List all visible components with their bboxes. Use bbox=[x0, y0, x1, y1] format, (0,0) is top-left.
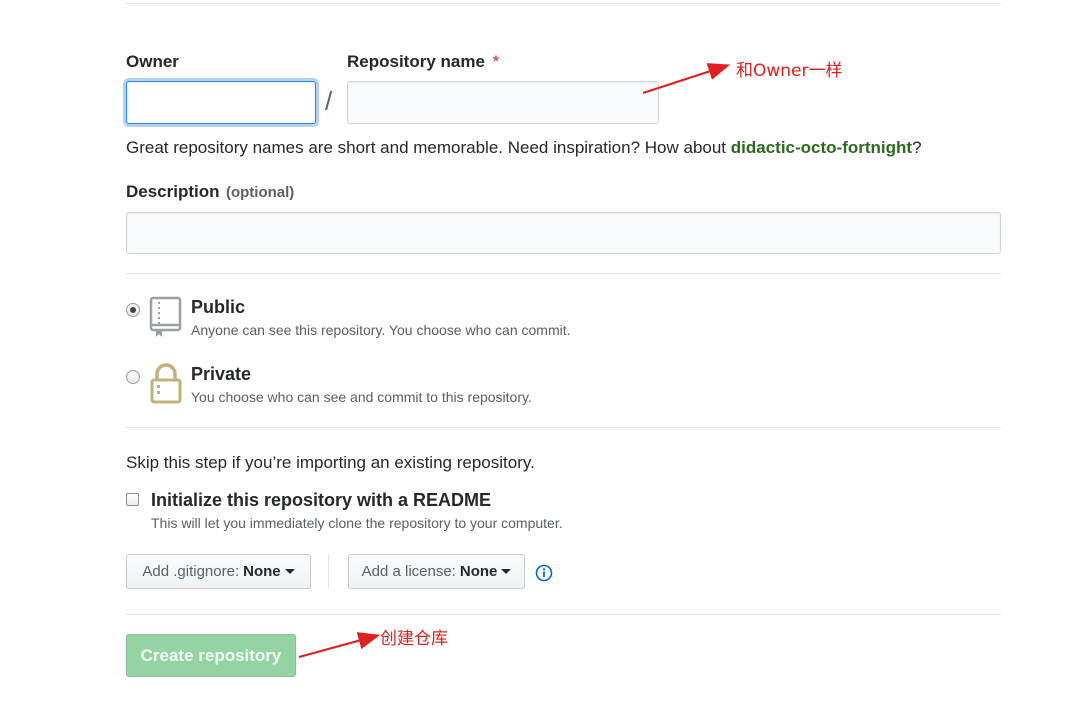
annotation-arrow-repo-name bbox=[642, 63, 731, 95]
annotation-arrow-create bbox=[298, 632, 381, 659]
annotation-same-as-owner: 和Owner一样 bbox=[736, 61, 843, 81]
annotation-arrows bbox=[298, 63, 731, 659]
annotation-create-repo: 创建仓库 bbox=[380, 629, 448, 649]
